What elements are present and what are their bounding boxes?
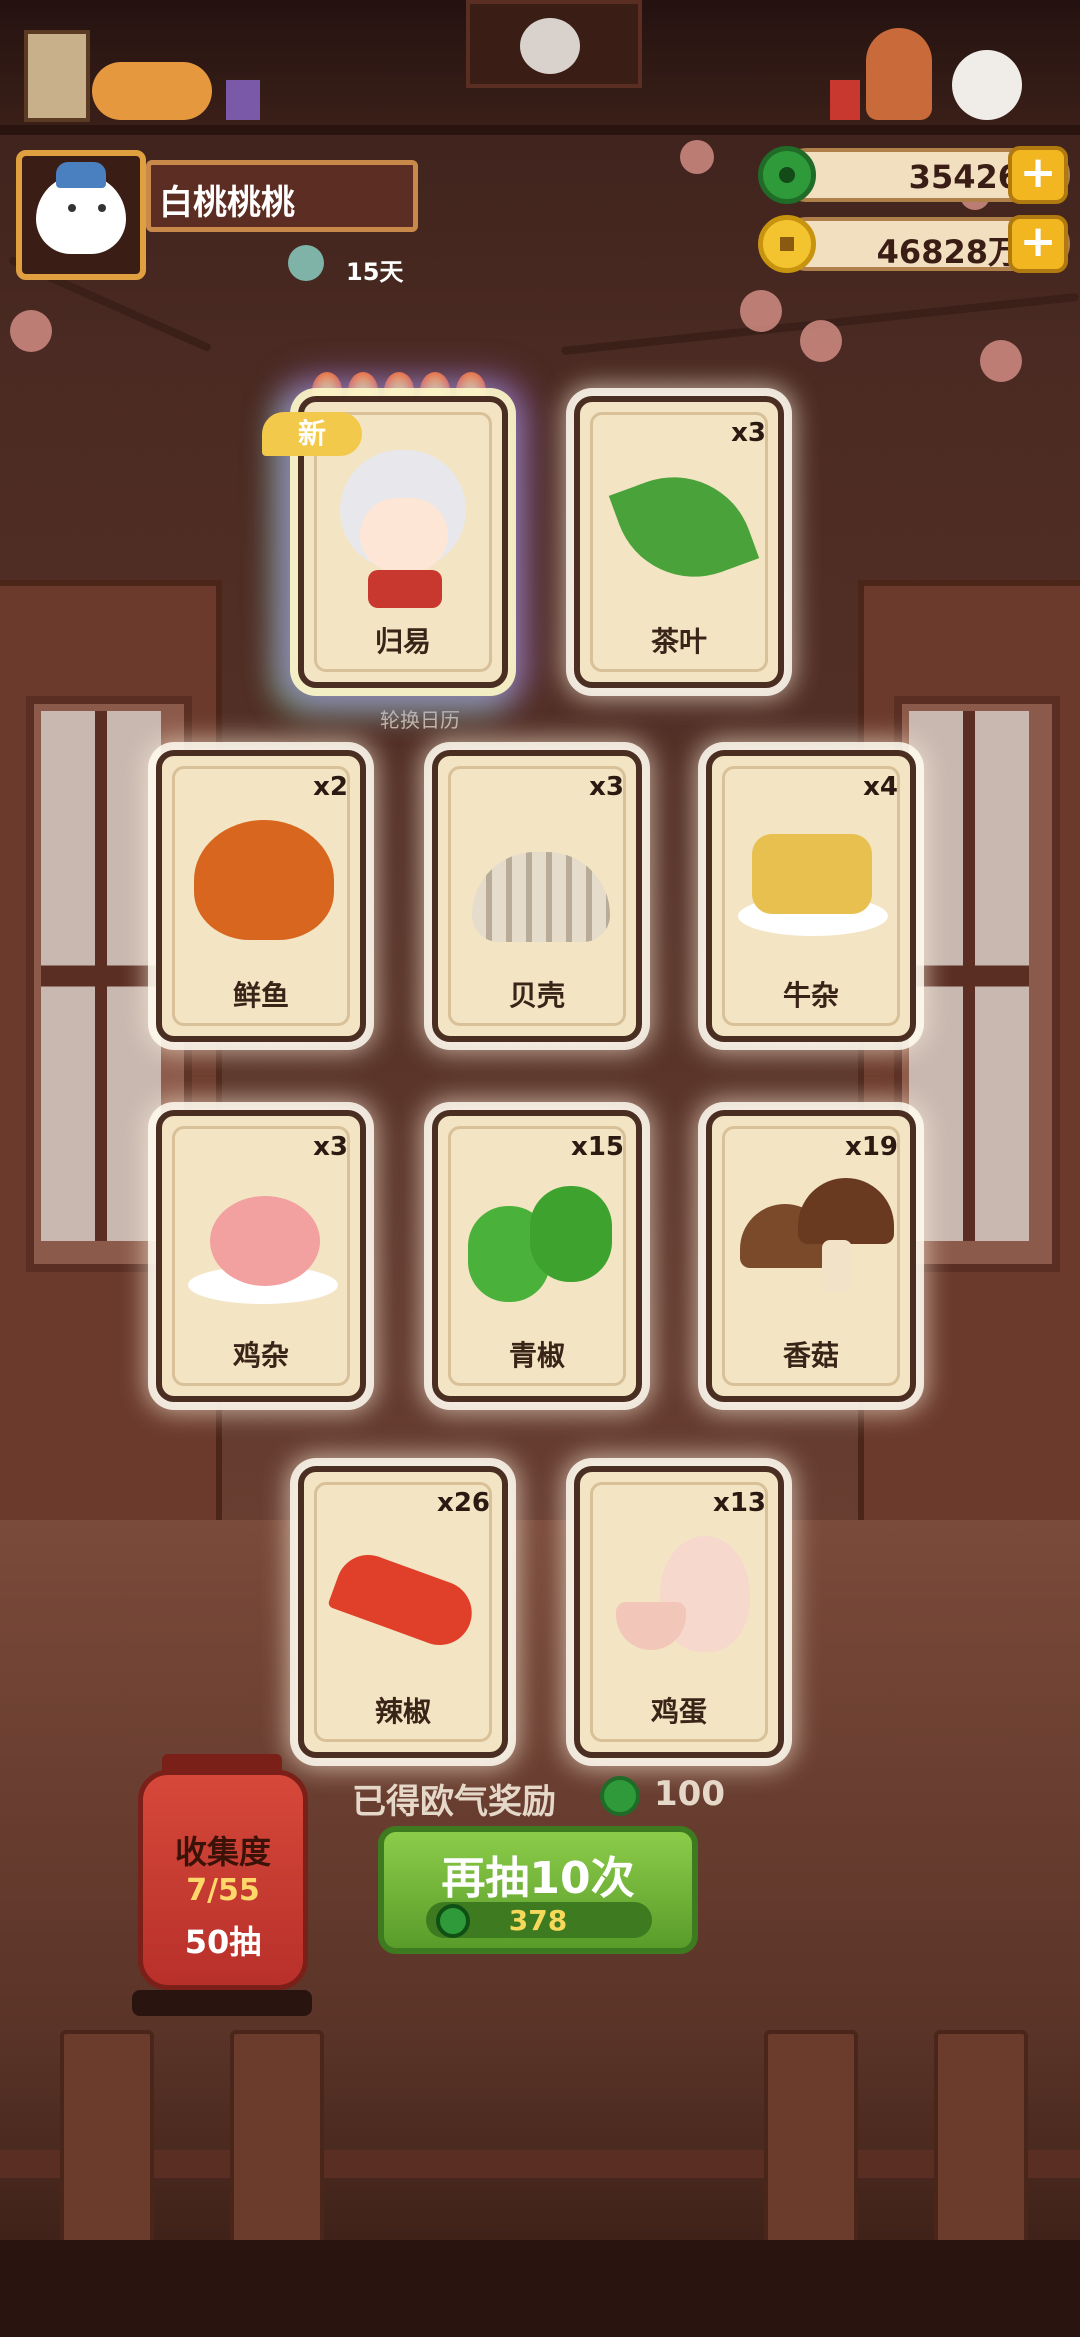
card-quantity: x15 [571,1132,624,1162]
purple-jar-icon [226,80,260,120]
top-character-frame [466,0,642,88]
fence-rail [0,2150,1080,2178]
card-name: 鸡杂 [232,1339,289,1372]
coin-icon [758,215,816,273]
white-cat-icon [952,50,1022,120]
fence-post [230,2030,324,2258]
card-name: 鸡蛋 [650,1695,707,1728]
player-name: 白桃桃桃 [159,183,295,223]
tripe-icon [752,834,872,914]
reward-label: 已得欧气奖励 [352,1782,556,1822]
fish-icon [194,820,334,940]
add-coins-button[interactable]: + [1008,215,1068,273]
fence-post [934,2030,1028,2258]
card-name: 鲜鱼 [232,979,289,1012]
scroll-decoration-icon [24,30,90,122]
card-name: 归易 [374,625,431,658]
shelf-beam [0,125,1080,135]
character-face [360,498,448,572]
blossom-icon [680,140,714,174]
grandpa-character-icon [520,18,580,74]
card-mushroom[interactable]: x19 香菇 [706,1110,916,1402]
collection-progress: 7/55 [186,1873,260,1908]
jade-amount: 35426 [908,158,1020,196]
card-fresh-fish[interactable]: x2 鲜鱼 [156,750,366,1042]
card-quantity: x4 [863,772,898,802]
card-beef-tripe[interactable]: x4 牛杂 [706,750,916,1042]
fence-post [764,2030,858,2258]
fence-post [60,2030,154,2258]
blossom-icon [980,340,1022,382]
card-quantity: x13 [713,1488,766,1518]
card-quantity: x19 [845,1132,898,1162]
right-lattice-door [858,580,1080,1592]
card-tea-leaf[interactable]: x3 茶叶 [574,396,784,688]
coin-amount: 46828万 [876,233,1020,271]
mushroom-stem [822,1240,852,1292]
jade-icon [600,1776,640,1816]
player-avatar[interactable] [16,150,146,280]
card-quantity: x3 [731,418,766,448]
red-jar-icon [830,80,860,120]
add-jade-button[interactable]: + [1008,146,1068,204]
draw-again-label: 再抽10次 [441,1853,635,1904]
green-pepper-icon [530,1186,612,1282]
lantern-stand [132,1990,312,2016]
jade-icon [758,146,816,204]
collection-title: 收集度 [174,1833,271,1871]
days-icon [288,245,324,281]
reward-amount: 100 [654,1774,725,1814]
card-quantity: x2 [313,772,348,802]
player-name-bar[interactable]: 白桃桃桃 [146,160,418,232]
card-name: 贝壳 [508,979,565,1012]
card-shell[interactable]: x3 贝壳 [432,750,642,1042]
card-name: 青椒 [508,1339,565,1372]
card-name: 香菇 [782,1339,839,1372]
card-name: 辣椒 [374,1695,431,1728]
blossom-icon [800,320,842,362]
card-green-pepper[interactable]: x15 青椒 [432,1110,642,1402]
girl-character-icon [866,28,932,120]
blossom-icon [740,290,782,332]
card-quantity: x26 [437,1488,490,1518]
card-egg[interactable]: x13 鸡蛋 [574,1466,784,1758]
card-name: 牛杂 [782,979,839,1012]
card-chili-pepper[interactable]: x26 辣椒 [298,1466,508,1758]
card-quantity: x3 [313,1132,348,1162]
bottom-bar [0,2240,1080,2337]
draw-again-button[interactable]: 再抽10次 378 [378,1826,698,1954]
new-badge: 新 [262,412,362,456]
character-body [368,570,442,608]
days-count: 15天 [346,258,404,286]
chicken-icon [210,1196,320,1286]
card-quantity: x3 [589,772,624,802]
blossom-icon [10,310,52,352]
collection-draws: 50抽 [184,1923,262,1961]
card-chicken-giblets[interactable]: x3 鸡杂 [156,1110,366,1402]
calendar-label: 轮换日历 [380,708,460,732]
draw-cost: 378 [508,1904,568,1937]
collection-lantern[interactable]: 收集度 7/55 50抽 [138,1770,308,1990]
tabby-cat-icon [92,62,212,120]
card-name: 茶叶 [650,625,707,658]
